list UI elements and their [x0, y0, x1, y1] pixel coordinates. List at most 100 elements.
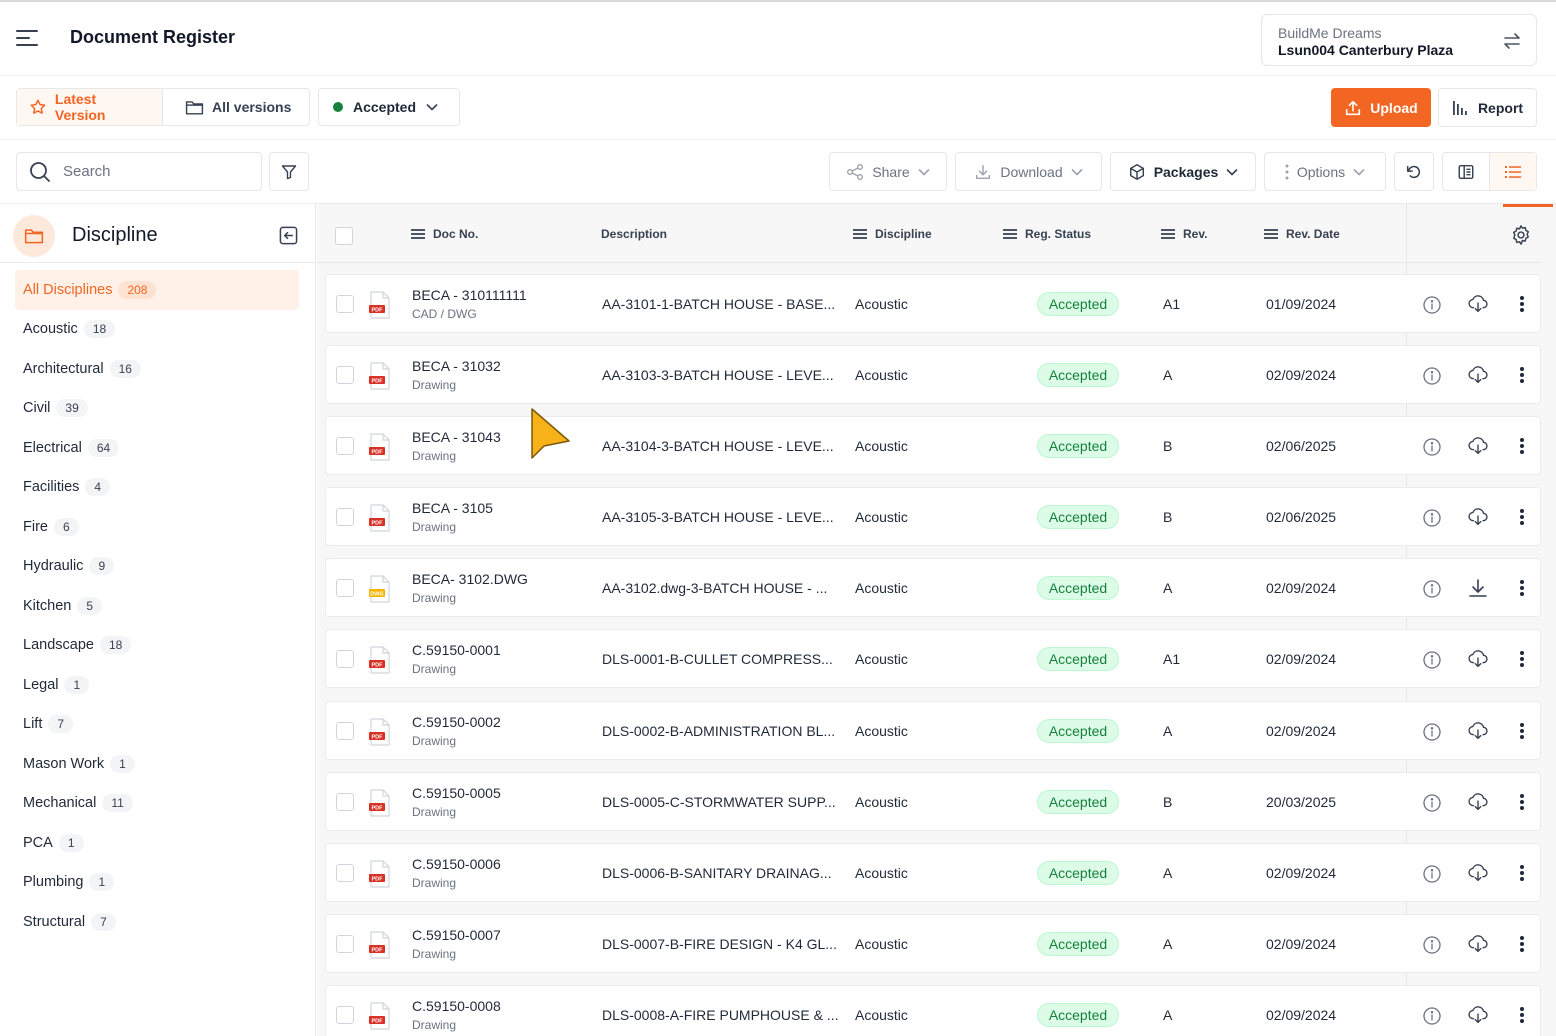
sidebar-item-hydraulic[interactable]: Hydraulic 9 — [15, 547, 299, 587]
row-checkbox[interactable] — [336, 366, 354, 385]
column-doc-no[interactable]: Doc No. — [411, 227, 478, 241]
row-checkbox[interactable] — [336, 792, 354, 811]
doc-number[interactable]: C.59150-0001 — [412, 642, 501, 658]
row-checkbox[interactable] — [336, 721, 354, 740]
doc-number[interactable]: BECA - 3105 — [412, 500, 493, 516]
more-options-icon[interactable] — [1517, 934, 1527, 954]
sidebar-item-kitchen[interactable]: Kitchen 5 — [15, 586, 299, 626]
doc-number[interactable]: C.59150-0007 — [412, 927, 501, 943]
more-options-icon[interactable] — [1517, 1005, 1527, 1025]
doc-number[interactable]: BECA - 31043 — [412, 429, 501, 445]
row-checkbox[interactable] — [336, 437, 354, 456]
cloud-download-icon[interactable] — [1467, 506, 1489, 533]
cloud-download-icon[interactable] — [1467, 435, 1489, 462]
cloud-download-icon[interactable] — [1467, 933, 1489, 960]
all-versions-tab[interactable]: All versions — [163, 89, 303, 125]
column-description[interactable]: Description — [601, 227, 667, 241]
sidebar-item-facilities[interactable]: Facilities 4 — [15, 468, 299, 508]
sidebar-item-lift[interactable]: Lift 7 — [15, 705, 299, 745]
table-row[interactable]: PDF C.59150-0005 Drawing DLS-0005-C-STORMWA… — [325, 771, 1541, 831]
search-input[interactable] — [63, 163, 233, 180]
table-row[interactable]: PDF C.59150-0006 Drawing DLS-0006-B-SANITAR… — [325, 842, 1541, 902]
info-icon[interactable] — [1422, 935, 1442, 960]
cloud-download-icon[interactable] — [1467, 791, 1489, 818]
menu-icon[interactable] — [16, 30, 38, 48]
more-options-icon[interactable] — [1517, 721, 1527, 741]
more-options-icon[interactable] — [1517, 578, 1527, 598]
select-all-checkbox[interactable] — [335, 227, 353, 245]
info-icon[interactable] — [1422, 722, 1442, 747]
info-icon[interactable] — [1422, 508, 1442, 533]
sidebar-item-fire[interactable]: Fire 6 — [15, 507, 299, 547]
cloud-download-icon[interactable] — [1467, 862, 1489, 889]
table-row[interactable]: PDF C.59150-0002 Drawing DLS-0002-B-ADMINIS… — [325, 700, 1541, 760]
info-icon[interactable] — [1422, 793, 1442, 818]
sidebar-item-architectural[interactable]: Architectural 16 — [15, 349, 299, 389]
sidebar-item-landscape[interactable]: Landscape 18 — [15, 626, 299, 666]
info-icon[interactable] — [1422, 295, 1442, 320]
doc-number[interactable]: C.59150-0005 — [412, 785, 501, 801]
upload-button[interactable]: Upload — [1331, 88, 1431, 127]
column-reg-status[interactable]: Reg. Status — [1003, 227, 1091, 241]
cloud-download-icon[interactable] — [1467, 364, 1489, 391]
table-row[interactable]: PDF BECA - 3105 Drawing AA-3105-3-BATCH HOU… — [325, 487, 1541, 547]
info-icon[interactable] — [1422, 579, 1442, 604]
more-options-icon[interactable] — [1517, 863, 1527, 883]
column-rev-date[interactable]: Rev. Date — [1264, 227, 1340, 241]
sidebar-item-plumbing[interactable]: Plumbing 1 — [15, 863, 299, 903]
sidebar-item-pca[interactable]: PCA 1 — [15, 823, 299, 863]
cloud-download-icon[interactable] — [1467, 1004, 1489, 1031]
table-row[interactable]: PDF BECA - 31032 Drawing AA-3103-3-BATCH HO… — [325, 345, 1541, 405]
list-view-button[interactable] — [1489, 153, 1536, 190]
column-rev[interactable]: Rev. — [1161, 227, 1207, 241]
info-icon[interactable] — [1422, 864, 1442, 889]
cloud-download-icon[interactable] — [1467, 648, 1489, 675]
row-checkbox[interactable] — [336, 1005, 354, 1024]
sidebar-item-acoustic[interactable]: Acoustic 18 — [15, 310, 299, 350]
more-options-icon[interactable] — [1517, 436, 1527, 456]
cloud-download-icon[interactable] — [1467, 720, 1489, 747]
info-icon[interactable] — [1422, 437, 1442, 462]
sidebar-item-mechanical[interactable]: Mechanical 11 — [15, 784, 299, 824]
doc-number[interactable]: C.59150-0008 — [412, 998, 501, 1014]
doc-number[interactable]: C.59150-0002 — [412, 714, 501, 730]
row-checkbox[interactable] — [336, 934, 354, 953]
download-button[interactable]: Download — [955, 152, 1102, 191]
cloud-download-icon[interactable] — [1467, 293, 1489, 320]
row-checkbox[interactable] — [336, 863, 354, 882]
swap-icon[interactable] — [1502, 31, 1522, 51]
report-button[interactable]: Report — [1438, 88, 1537, 127]
project-switcher[interactable]: BuildMe Dreams Lsun004 Canterbury Plaza — [1261, 14, 1537, 66]
row-checkbox[interactable] — [336, 295, 354, 313]
collapse-sidebar-icon[interactable] — [279, 226, 298, 245]
download-icon[interactable] — [1467, 577, 1489, 604]
row-checkbox[interactable] — [336, 579, 354, 598]
doc-number[interactable]: C.59150-0006 — [412, 856, 501, 872]
more-options-icon[interactable] — [1517, 792, 1527, 812]
table-row[interactable]: DWG BECA- 3102.DWG Drawing AA-3102.dwg-3-BA… — [325, 558, 1541, 618]
row-checkbox[interactable] — [336, 508, 354, 527]
table-row[interactable]: PDF C.59150-0007 Drawing DLS-0007-B-FIRE DE… — [325, 913, 1541, 973]
latest-version-tab[interactable]: Latest Version — [17, 89, 163, 125]
doc-number[interactable]: BECA - 310111111 — [412, 287, 527, 303]
info-icon[interactable] — [1422, 650, 1442, 675]
more-options-icon[interactable] — [1517, 507, 1527, 527]
packages-button[interactable]: Packages — [1110, 152, 1256, 191]
sidebar-item-electrical[interactable]: Electrical 64 — [15, 428, 299, 468]
status-filter-dropdown[interactable]: Accepted — [318, 88, 460, 126]
share-button[interactable]: Share — [829, 152, 947, 191]
more-options-icon[interactable] — [1517, 294, 1527, 314]
more-options-icon[interactable] — [1517, 649, 1527, 669]
table-row[interactable]: PDF C.59150-0008 Drawing DLS-0008-A-FIRE PU… — [325, 984, 1541, 1036]
row-checkbox[interactable] — [336, 650, 354, 669]
doc-number[interactable]: BECA- 3102.DWG — [412, 571, 528, 587]
sidebar-item-civil[interactable]: Civil 39 — [15, 389, 299, 429]
split-view-button[interactable] — [1443, 153, 1489, 190]
sidebar-item-mason-work[interactable]: Mason Work 1 — [15, 744, 299, 784]
doc-number[interactable]: BECA - 31032 — [412, 358, 501, 374]
table-row[interactable]: PDF BECA - 31043 Drawing AA-3104-3-BATCH HO… — [325, 416, 1541, 476]
sidebar-item-all-disciplines[interactable]: All Disciplines 208 — [15, 270, 299, 310]
info-icon[interactable] — [1422, 1006, 1442, 1031]
column-discipline[interactable]: Discipline — [853, 227, 932, 241]
filter-button[interactable] — [269, 152, 309, 191]
